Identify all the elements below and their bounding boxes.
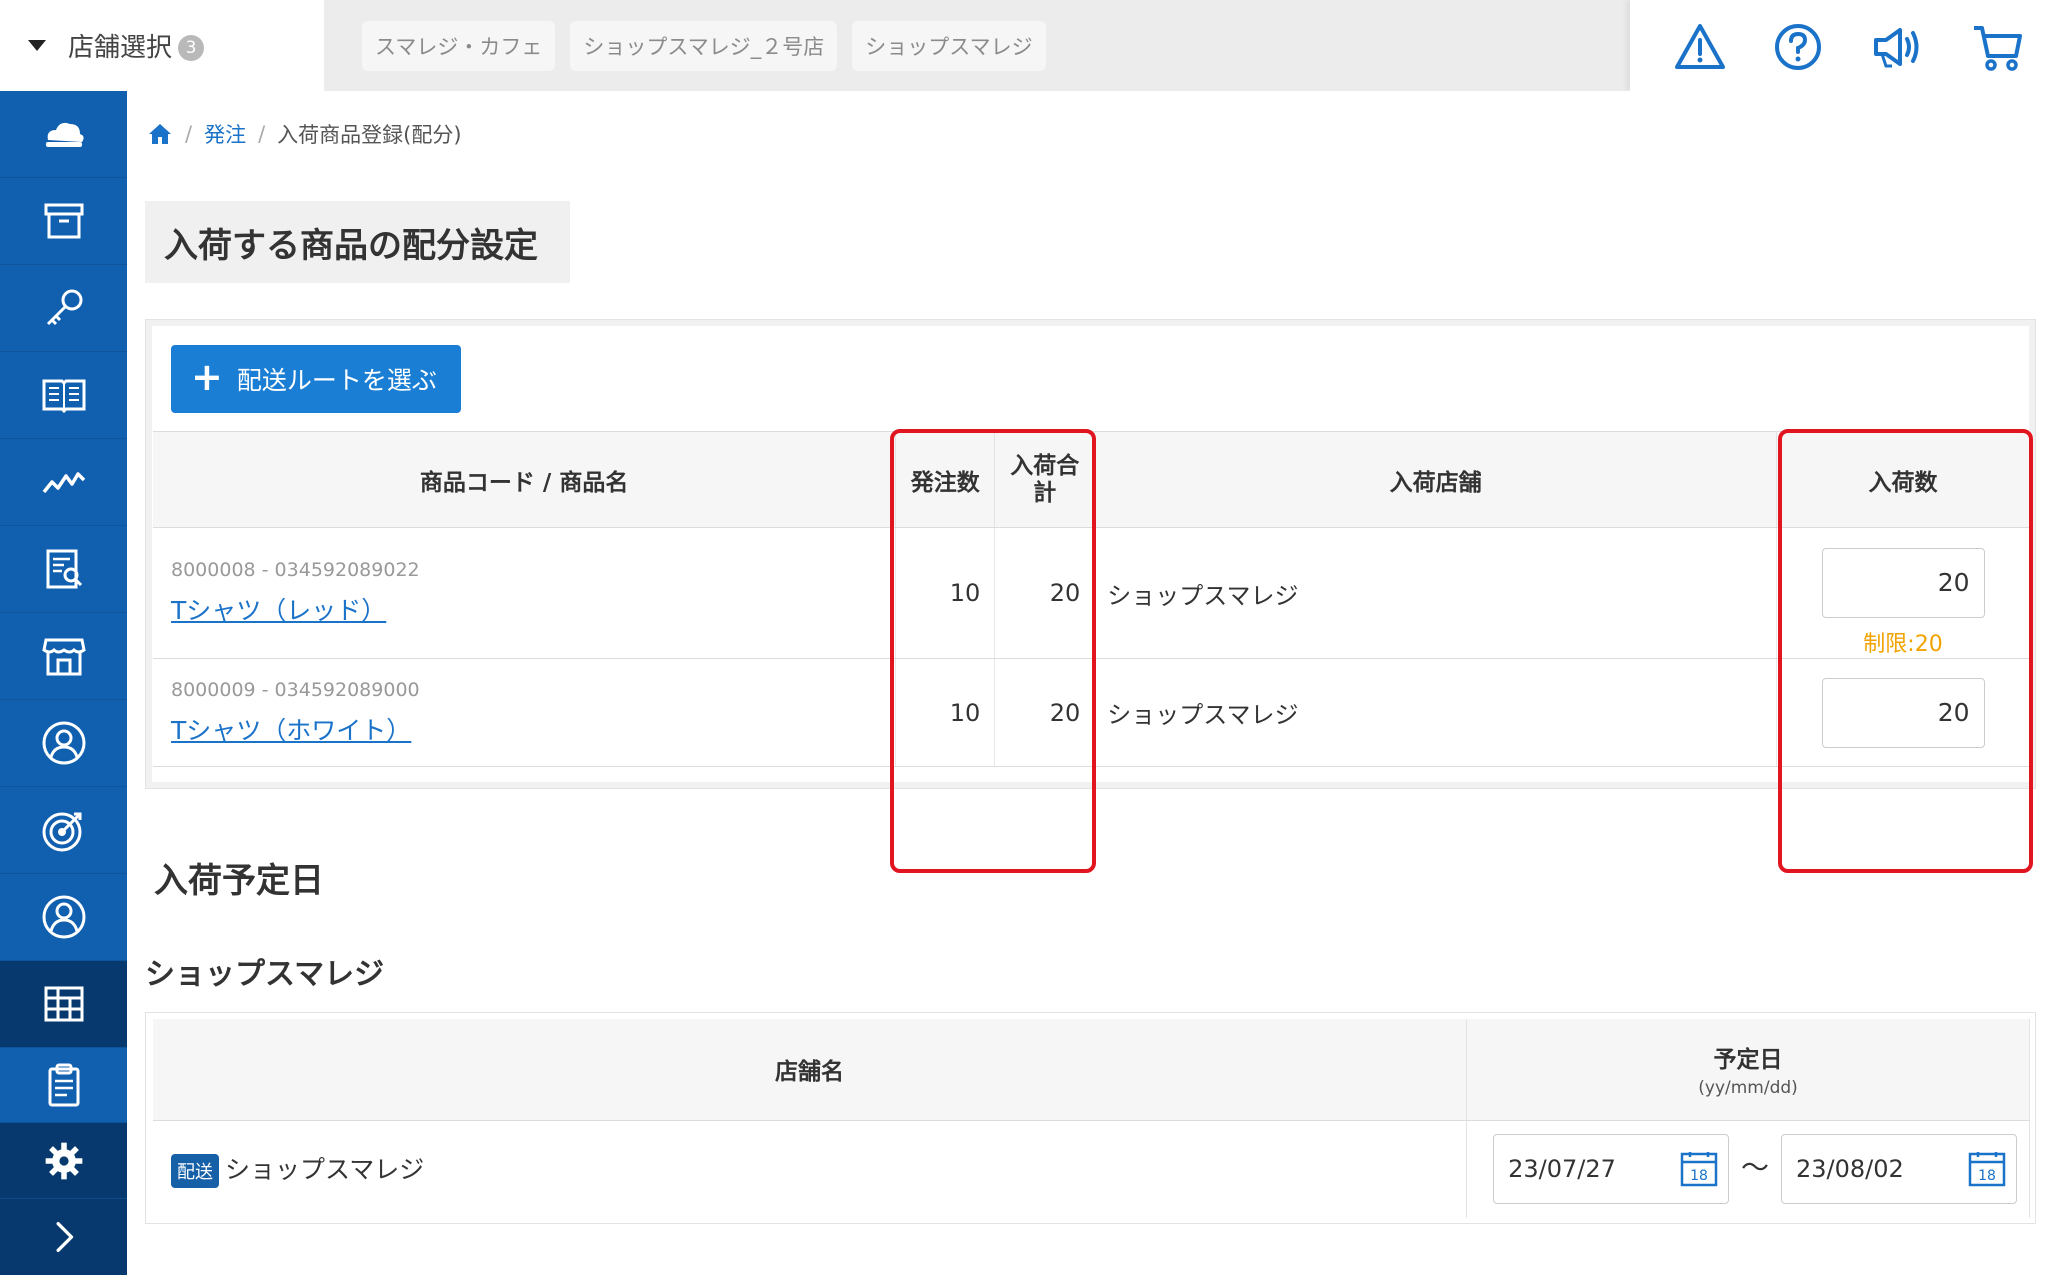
select-delivery-route-label: 配送ルートを選ぶ bbox=[236, 366, 437, 395]
table-header-row: 店舗名 予定日 (yy/mm/dd) bbox=[153, 1019, 2030, 1121]
product-name-link[interactable]: Tシャツ（レッド） bbox=[171, 591, 895, 627]
schedule-date-cell: 23/07/27 18 ～ 23/08/02 18 bbox=[1466, 1120, 2030, 1218]
product-cell: 8000008 - 034592089022 Tシャツ（レッド） bbox=[153, 527, 897, 659]
announcement-icon[interactable] bbox=[1870, 20, 1924, 74]
chevron-right-icon bbox=[56, 1222, 73, 1252]
archive-icon bbox=[44, 203, 83, 239]
date-to-value: 23/08/02 bbox=[1796, 1155, 1904, 1184]
user-icon bbox=[42, 895, 85, 939]
calendar-day-number: 18 bbox=[1978, 1168, 1996, 1184]
cart-icon[interactable] bbox=[1970, 20, 2024, 74]
sidebar-item-clipboard[interactable] bbox=[0, 1048, 127, 1123]
product-name-link[interactable]: Tシャツ（ホワイト） bbox=[171, 711, 895, 747]
schedule-panel: 店舗名 予定日 (yy/mm/dd) 配送 ショップスマレジ 23/07/27 … bbox=[145, 1012, 2036, 1224]
sidebar-item-user[interactable] bbox=[0, 874, 127, 961]
arrival-store-cell: ショップスマレジ bbox=[1094, 527, 1777, 659]
customer-icon bbox=[42, 721, 85, 765]
sidebar-item-key[interactable] bbox=[0, 265, 127, 352]
target-icon bbox=[42, 812, 81, 852]
caret-down-icon bbox=[28, 40, 46, 51]
date-from-input[interactable]: 23/07/27 18 bbox=[1493, 1134, 1730, 1205]
settings-button[interactable] bbox=[0, 1123, 127, 1199]
home-icon[interactable] bbox=[147, 121, 173, 147]
breadcrumb: / 発注 / 入荷商品登録(配分) bbox=[147, 119, 462, 149]
header-planned-date: 予定日 (yy/mm/dd) bbox=[1466, 1019, 2030, 1121]
topbar: 店舗選択 3 スマレジ・カフェ ショップスマレジ_２号店 ショップスマレジ bbox=[0, 0, 2051, 91]
sidebar-item-cloud[interactable] bbox=[0, 91, 127, 178]
calendar-icon[interactable]: 18 bbox=[1680, 1151, 1718, 1187]
sidebar-item-store[interactable] bbox=[0, 613, 127, 700]
page-title: 入荷する商品の配分設定 bbox=[164, 225, 538, 266]
arrival-schedule-title: 入荷予定日 bbox=[154, 861, 324, 901]
schedule-store-name: ショップスマレジ bbox=[225, 1155, 425, 1185]
breadcrumb-order-link[interactable]: 発注 bbox=[204, 119, 246, 149]
clipboard-icon bbox=[48, 1063, 79, 1107]
sidebar-item-book[interactable] bbox=[0, 352, 127, 439]
sidebar-item-target[interactable] bbox=[0, 787, 127, 874]
gear-icon bbox=[45, 1142, 82, 1179]
header-icon-bar bbox=[1630, 0, 2051, 91]
select-delivery-route-button[interactable]: + 配送ルートを選ぶ bbox=[171, 345, 461, 413]
header-arrival-store: 入荷店舗 bbox=[1094, 431, 1777, 528]
breadcrumb-separator: / bbox=[258, 122, 266, 146]
sidebar-item-customer[interactable] bbox=[0, 700, 127, 787]
grid-icon bbox=[44, 986, 83, 1022]
schedule-store-cell: 配送 ショップスマレジ bbox=[153, 1120, 1468, 1218]
store-count-badge: 3 bbox=[178, 34, 205, 61]
header-store-name: 店舗名 bbox=[153, 1019, 1468, 1121]
product-cell: 8000009 - 034592089000 Tシャツ（ホワイト） bbox=[153, 658, 897, 767]
breadcrumb-current: 入荷商品登録(配分) bbox=[277, 123, 462, 147]
store-chip[interactable]: ショップスマレジ_２号店 bbox=[570, 20, 838, 71]
book-icon bbox=[42, 379, 85, 414]
date-from-value: 23/07/27 bbox=[1508, 1155, 1616, 1184]
selected-stores-bar: スマレジ・カフェ ショップスマレジ_２号店 ショップスマレジ bbox=[324, 0, 1630, 91]
date-range-separator: ～ bbox=[1741, 1151, 1770, 1185]
store-chip[interactable]: スマレジ・カフェ bbox=[362, 20, 556, 71]
highlight-box-arrival-qty bbox=[1778, 429, 2033, 873]
schedule-table: 店舗名 予定日 (yy/mm/dd) 配送 ショップスマレジ 23/07/27 … bbox=[153, 1019, 2030, 1218]
store-select-dropdown[interactable]: 店舗選択 3 bbox=[0, 0, 324, 91]
key-icon bbox=[46, 289, 82, 326]
plus-icon: + bbox=[191, 355, 223, 399]
sidebar-item-grid[interactable] bbox=[0, 961, 127, 1048]
chart-icon bbox=[42, 472, 85, 494]
cloud-icon bbox=[45, 122, 84, 147]
report-icon bbox=[46, 549, 82, 589]
warning-icon[interactable] bbox=[1673, 20, 1727, 74]
product-code: 8000009 - 034592089000 bbox=[171, 678, 420, 701]
header-planned-date-label: 予定日 bbox=[1713, 1047, 1783, 1074]
sidebar-item-chart[interactable] bbox=[0, 439, 127, 526]
header-product: 商品コード / 商品名 bbox=[153, 431, 897, 528]
sidebar-item-archive[interactable] bbox=[0, 178, 127, 265]
date-to-input[interactable]: 23/08/02 18 bbox=[1781, 1134, 2018, 1205]
sidebar bbox=[0, 91, 127, 1275]
arrival-store-cell: ショップスマレジ bbox=[1094, 658, 1777, 767]
calendar-icon[interactable]: 18 bbox=[1968, 1151, 2006, 1187]
store-group-title: ショップスマレジ bbox=[145, 957, 385, 992]
main-content: / 発注 / 入荷商品登録(配分) 入荷する商品の配分設定 + 配送ルートを選ぶ bbox=[127, 91, 2051, 1275]
store-icon bbox=[41, 638, 86, 676]
highlight-box-quantities bbox=[890, 429, 1096, 873]
sidebar-item-report[interactable] bbox=[0, 526, 127, 613]
product-code: 8000008 - 034592089022 bbox=[171, 559, 420, 581]
store-chip[interactable]: ショップスマレジ bbox=[852, 20, 1046, 71]
store-select-label: 店舗選択 bbox=[68, 33, 173, 63]
breadcrumb-separator: / bbox=[185, 122, 193, 146]
page-title-box: 入荷する商品の配分設定 bbox=[145, 201, 570, 283]
sidebar-expand-button[interactable] bbox=[0, 1199, 127, 1275]
app: 店舗選択 3 スマレジ・カフェ ショップスマレジ_２号店 ショップスマレジ / … bbox=[0, 0, 2051, 1275]
calendar-day-number: 18 bbox=[1690, 1168, 1708, 1184]
date-format-hint: (yy/mm/dd) bbox=[1698, 1078, 1798, 1099]
delivery-badge: 配送 bbox=[171, 1154, 219, 1189]
table-row: 配送 ショップスマレジ 23/07/27 18 ～ 23/08/02 18 bbox=[153, 1120, 2030, 1218]
help-icon[interactable] bbox=[1771, 20, 1825, 74]
